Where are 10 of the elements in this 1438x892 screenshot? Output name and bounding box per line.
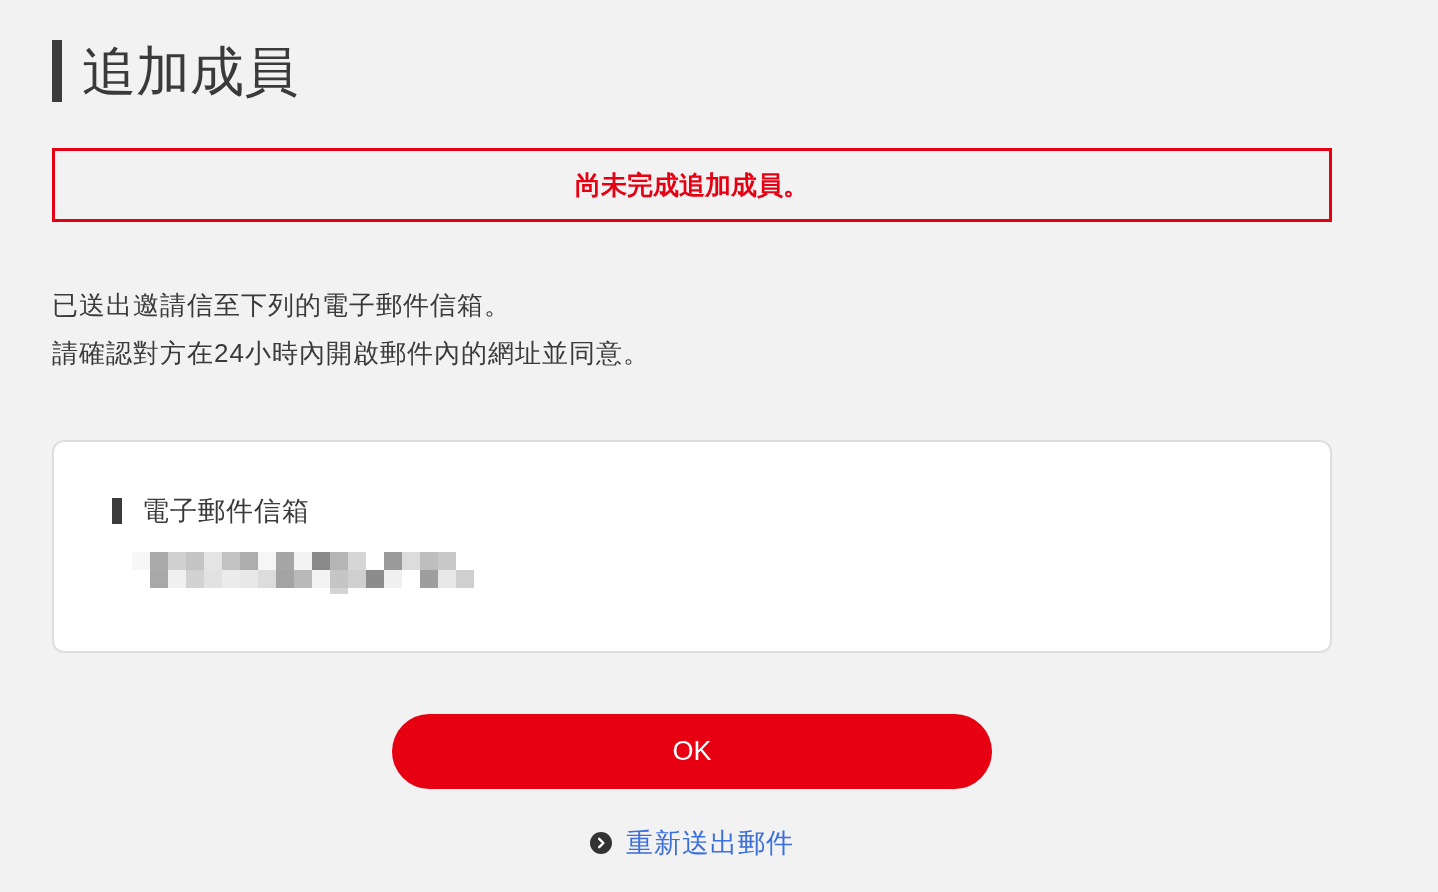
alert-message: 尚未完成追加成員。 xyxy=(575,169,809,202)
ok-button[interactable]: OK xyxy=(392,714,992,789)
heading-accent-bar xyxy=(52,40,62,102)
description-text: 已送出邀請信至下列的電子郵件信箱。 xyxy=(52,289,512,322)
resend-email-link[interactable]: 重新送出郵件 xyxy=(626,823,794,863)
description-text: 請確認對方在24小時內開啟郵件內的網址並同意。 xyxy=(52,337,651,370)
email-label: 電子郵件信箱 xyxy=(142,495,310,528)
label-accent-bar xyxy=(112,498,122,524)
chevron-circle-icon xyxy=(590,832,612,854)
page-title: 追加成員 xyxy=(82,40,298,102)
